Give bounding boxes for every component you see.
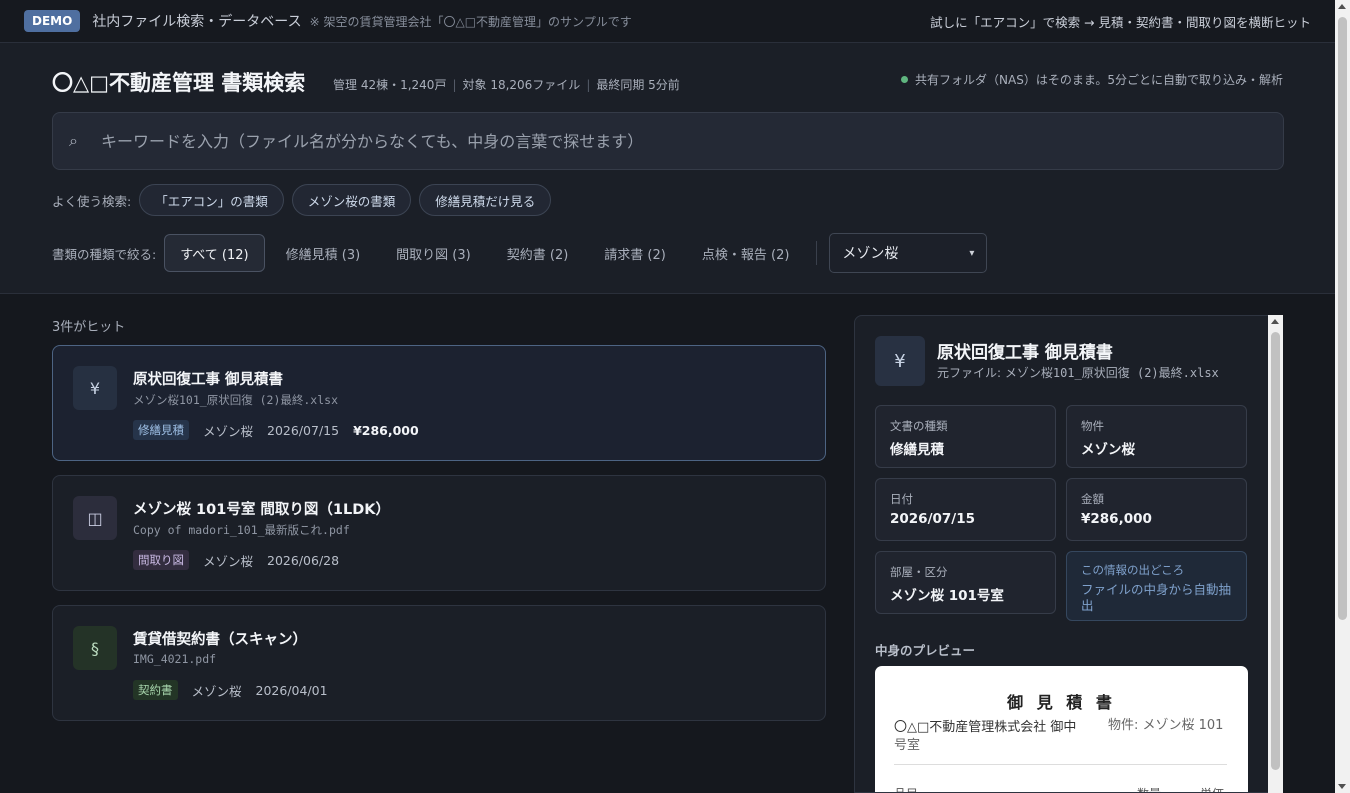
app-note: ※ 架空の賃貸管理会社「〇△□不動産管理」のサンプルです (309, 14, 632, 29)
detail-filename: メゾン桜101_原状回復 (2)最終.xlsx (1004, 366, 1219, 380)
result-title: 原状回復工事 御見積書 (133, 372, 284, 388)
filter-tab-invoice[interactable]: 請求書 (2) (589, 234, 681, 272)
property-select[interactable]: メゾン桜 ▾ (829, 233, 988, 273)
document-preview: 御 見 積 書 〇△□不動産管理株式会社 御中 物件: メゾン桜 101号室 品… (875, 666, 1248, 792)
filter-row: 書類の種類で絞る: すべて (12) 修繕見積 (3) 間取り図 (3) 契約書… (52, 233, 988, 273)
result-amount: ¥286,000 (353, 422, 419, 438)
result-title: 賃貸借契約書（スキャン） (133, 632, 307, 648)
field-label: 物件 (1081, 419, 1104, 433)
result-filename: Copy of madori_101_最新版これ.pdf (133, 523, 350, 537)
result-title: メゾン桜 101号室 間取り図（1LDK） (133, 502, 390, 518)
preview-divider (894, 764, 1227, 765)
quick-search-row: よく使う検索: 「エアコン」の書類 メゾン桜の書類 修繕見積だけ見る (52, 184, 559, 216)
field-label: 部屋・区分 (890, 565, 948, 579)
search-hint: 試しに「エアコン」で検索 → 見積・契約書・間取り図を横断ヒット (930, 14, 1311, 30)
field-value: 2026/07/15 (890, 511, 976, 527)
result-date: 2026/06/28 (267, 552, 340, 568)
contract-icon: § (73, 626, 117, 670)
doc-type-tag: 契約書 (133, 680, 178, 700)
filter-tab-repair-estimate[interactable]: 修繕見積 (3) (271, 234, 376, 272)
stat-files: 対象 18,206ファイル (462, 78, 581, 92)
detail-panel: ¥ 原状回復工事 御見積書 元ファイル: メゾン桜101_原状回復 (2)最終.… (854, 315, 1283, 793)
yen-icon: ¥ (73, 366, 117, 410)
field-value: ファイルの中身から自動抽出 (1081, 582, 1232, 613)
stats-meta: 管理 42棟・1,240戸 | 対象 18,206ファイル | 最終同期 5分前 (333, 78, 680, 92)
search-icon: ⌕ (69, 131, 78, 150)
search-box: ⌕ (52, 112, 1284, 170)
chevron-down-icon: ▾ (969, 247, 975, 259)
result-card[interactable]: ◫ メゾン桜 101号室 間取り図（1LDK） Copy of madori_1… (52, 475, 826, 591)
scroll-up-icon[interactable] (1338, 4, 1346, 9)
search-input[interactable] (101, 131, 1267, 151)
result-date: 2026/07/15 (267, 422, 340, 438)
scroll-thumb[interactable] (1338, 17, 1347, 620)
result-property: メゾン桜 (203, 553, 254, 569)
top-bar: DEMO 社内ファイル検索・データベース ※ 架空の賃貸管理会社「〇△□不動産管… (0, 0, 1335, 43)
demo-badge: DEMO (24, 10, 81, 32)
preview-col-qty: 数量 (1137, 785, 1161, 792)
detail-source-file: 元ファイル: メゾン桜101_原状回復 (2)最終.xlsx (937, 364, 1219, 381)
field-doc-type: 文書の種類 修繕見積 (875, 405, 1056, 468)
quick-search-chip-aircon[interactable]: 「エアコン」の書類 (139, 184, 284, 216)
result-meta: 間取り図 メゾン桜 2026/06/28 (133, 550, 353, 570)
preview-doc-title: 御 見 積 書 (1007, 693, 1116, 712)
floor-plan-icon: ◫ (73, 496, 117, 540)
stat-buildings: 管理 42棟・1,240戸 (333, 78, 447, 92)
quick-search-chip-repair[interactable]: 修繕見積だけ見る (419, 184, 552, 216)
field-label: 文書の種類 (890, 419, 948, 433)
app-title: 社内ファイル検索・データベース (92, 14, 302, 30)
scroll-down-icon[interactable] (1338, 784, 1346, 789)
result-property: メゾン桜 (203, 423, 254, 439)
field-label: この情報の出どころ (1081, 563, 1185, 577)
field-value: 修繕見積 (890, 442, 944, 458)
detail-title: 原状回復工事 御見積書 (937, 343, 1113, 363)
sync-status: 共有フォルダ（NAS）はそのまま。5分ごとに自動で取り込み・解析 (901, 71, 1283, 88)
property-select-value: メゾン桜 (842, 246, 899, 262)
field-property: 物件 メゾン桜 (1066, 405, 1247, 468)
result-property: メゾン桜 (191, 683, 242, 699)
quick-search-label: よく使う検索: (52, 193, 132, 209)
field-room: 部屋・区分 メゾン桜 101号室 (875, 551, 1056, 614)
detail-file-label: 元ファイル: (937, 366, 1005, 380)
field-label: 金額 (1081, 492, 1104, 506)
scroll-thumb[interactable] (1271, 332, 1280, 770)
filter-tab-inspection[interactable]: 点検・報告 (2) (687, 234, 805, 272)
search-header: 〇△□不動産管理 書類検索 管理 42棟・1,240戸 | 対象 18,206ファイ… (0, 43, 1335, 294)
scroll-up-icon[interactable] (1271, 319, 1279, 324)
filter-tab-floor-plan[interactable]: 間取り図 (3) (381, 234, 486, 272)
field-date: 日付 2026/07/15 (875, 478, 1056, 541)
filter-label: 書類の種類で絞る: (52, 246, 157, 262)
result-card[interactable]: ¥ 原状回復工事 御見積書 メゾン桜101_原状回復 (2)最終.xlsx 修繕… (52, 345, 826, 461)
doc-type-tag: 修繕見積 (133, 420, 189, 440)
field-value: メゾン桜 101号室 (890, 588, 1004, 604)
field-value: ¥286,000 (1081, 511, 1152, 527)
stat-last-sync: 最終同期 5分前 (596, 78, 680, 92)
field-value: メゾン桜 (1081, 442, 1135, 458)
filter-tab-all[interactable]: すべて (12) (164, 234, 265, 272)
result-card[interactable]: § 賃貸借契約書（スキャン） IMG_4021.pdf 契約書 メゾン桜 202… (52, 605, 826, 721)
result-date: 2026/04/01 (255, 682, 328, 698)
sync-status-text: 共有フォルダ（NAS）はそのまま。5分ごとに自動で取り込み・解析 (915, 73, 1283, 87)
page-scrollbar[interactable] (1335, 0, 1350, 793)
preview-col-price: 単価 (1200, 785, 1224, 792)
field-info-source: この情報の出どころ ファイルの中身から自動抽出 (1066, 551, 1247, 621)
field-label: 日付 (890, 492, 913, 506)
preview-label: 中身のプレビュー (875, 643, 976, 658)
hit-count: 3件がヒット (52, 320, 126, 335)
detail-scrollbar[interactable] (1268, 315, 1283, 793)
status-dot-icon (901, 76, 909, 83)
result-filename: メゾン桜101_原状回復 (2)最終.xlsx (133, 393, 339, 407)
quick-search-chip-maison[interactable]: メゾン桜の書類 (291, 184, 412, 216)
preview-col-item: 品目 (894, 785, 918, 792)
result-filename: IMG_4021.pdf (133, 652, 217, 666)
filter-tab-contract[interactable]: 契約書 (2) (492, 234, 584, 272)
page-title: 〇△□不動産管理 書類検索 (52, 71, 306, 95)
doc-type-tag: 間取り図 (133, 550, 189, 570)
filter-divider (816, 241, 818, 265)
result-meta: 修繕見積 メゾン桜 2026/07/15 ¥286,000 (133, 420, 419, 440)
result-meta: 契約書 メゾン桜 2026/04/01 (133, 680, 342, 700)
yen-icon: ¥ (875, 336, 925, 386)
field-amount: 金額 ¥286,000 (1066, 478, 1247, 541)
preview-property: 物件: メゾン桜 101号室 (894, 718, 1224, 753)
